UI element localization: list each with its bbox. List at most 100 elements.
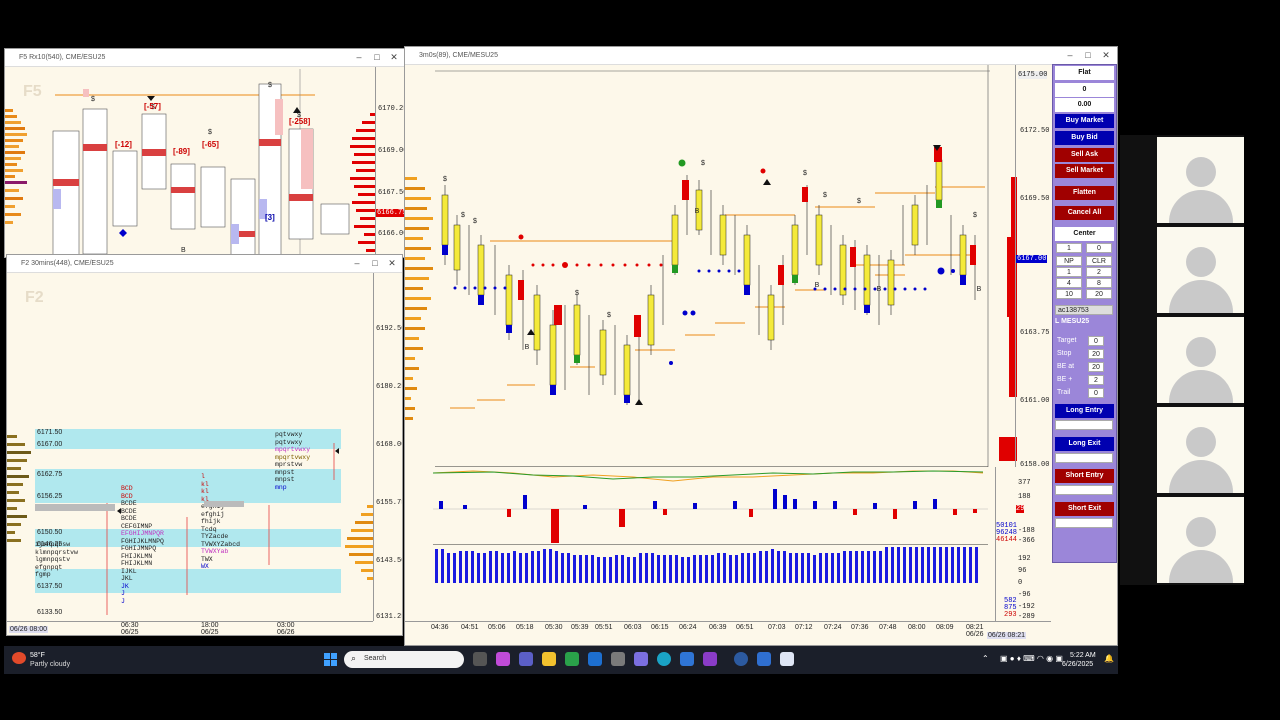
- stop-input[interactable]: 20: [1088, 349, 1104, 359]
- sell-market-button[interactable]: Sell Market: [1055, 164, 1114, 178]
- f2-chart-window[interactable]: F2 30mins(448), CME/ESU25 – □ ✕ F2 6171.…: [6, 254, 403, 636]
- main-time-axis[interactable]: 04:36 04:51 05:06 05:18 05:30 05:39 05:5…: [405, 621, 1051, 639]
- f2-price-6: 6131.25: [376, 613, 403, 621]
- main-price-axis[interactable]: 6175.00 6172.50 6169.50 6167.00 6163.75 …: [1015, 65, 1051, 469]
- copilot-icon[interactable]: [496, 652, 510, 666]
- f5-footprint-chart[interactable]: $$$$$ B B: [45, 69, 375, 258]
- participant-tile[interactable]: [1157, 227, 1244, 313]
- sell-ask-button[interactable]: Sell Ask: [1055, 148, 1114, 162]
- search-box[interactable]: ⌕ Search: [344, 651, 464, 668]
- f2-date-1: 06/25: [121, 629, 139, 636]
- volume-axis[interactable]: 192 96 0 -96 -192 -289 582 875 293: [995, 545, 1051, 621]
- main-titlebar[interactable]: 3m0s(89), CME/MESU25: [405, 47, 1117, 65]
- outlook-icon[interactable]: [588, 652, 602, 666]
- buy-bid-button[interactable]: Buy Bid: [1055, 131, 1114, 145]
- teams-icon[interactable]: [519, 652, 533, 666]
- app-icon[interactable]: [734, 652, 748, 666]
- clock-date[interactable]: 6/26/2025: [1062, 661, 1093, 668]
- qty-preset-8[interactable]: 8: [1086, 278, 1112, 288]
- be-at-label: BE at: [1057, 363, 1075, 370]
- f5-titlebar[interactable]: F5 Rx10(540), CME/ESU25: [5, 49, 404, 67]
- f5-volume-profile-right: [350, 109, 378, 257]
- svg-text:$: $: [701, 160, 705, 167]
- delta-subpanel[interactable]: [433, 467, 988, 545]
- cancel-all-button[interactable]: Cancel All: [1055, 206, 1114, 220]
- clr-button[interactable]: CLR: [1086, 256, 1112, 266]
- target-input[interactable]: 0: [1088, 336, 1104, 346]
- flatten-button[interactable]: Flatten: [1055, 186, 1114, 200]
- maximize-icon[interactable]: □: [370, 52, 384, 62]
- tray-icons[interactable]: ▣ ● ♦ ⌨ ◠ ◉ ▣: [1000, 654, 1063, 663]
- buy-market-button[interactable]: Buy Market: [1055, 114, 1114, 128]
- short-entry-button[interactable]: Short Entry: [1055, 469, 1114, 483]
- f5-price-3: 6167.50: [378, 189, 405, 197]
- qty-preset-20[interactable]: 20: [1086, 289, 1112, 299]
- long-exit-button[interactable]: Long Exit: [1055, 437, 1114, 451]
- long-entry-button[interactable]: Long Entry: [1055, 404, 1114, 418]
- f5-chart-window[interactable]: F5 Rx10(540), CME/ESU25 – □ ✕ F5 $ $ $ $ $ B…: [4, 48, 405, 258]
- svg-text:B: B: [877, 286, 882, 293]
- f5-price-4: 6166.00: [378, 230, 405, 238]
- time-label: 06:51: [736, 624, 754, 631]
- close-icon[interactable]: ✕: [387, 52, 401, 63]
- task-view-icon[interactable]: [473, 652, 487, 666]
- main-candlestick-chart[interactable]: $ $ $ $ $ $ $ $ $ $ B B B B B: [435, 65, 990, 467]
- close-icon[interactable]: ✕: [385, 258, 399, 269]
- qty-input-2[interactable]: 0: [1086, 243, 1112, 253]
- chart-app-icon[interactable]: [757, 652, 771, 666]
- be-at-input[interactable]: 20: [1088, 362, 1104, 372]
- participant-tile[interactable]: [1157, 407, 1244, 493]
- delta-axis[interactable]: 377 188 29 -188 -366 50101 96248 46144: [995, 467, 1051, 545]
- f5-watermark: F5: [23, 83, 42, 100]
- settings-icon[interactable]: [611, 652, 625, 666]
- center-button[interactable]: Center: [1055, 227, 1114, 241]
- weather-icon[interactable]: [12, 652, 26, 664]
- volume-subpanel[interactable]: [433, 547, 988, 617]
- account-select[interactable]: ac138753: [1055, 305, 1113, 315]
- f2-price-axis[interactable]: 6192.50 6180.25 6168.00 6155.75 6143.50 …: [373, 273, 403, 621]
- qty-input[interactable]: 1: [1056, 243, 1082, 253]
- qty-preset-4[interactable]: 4: [1056, 278, 1082, 288]
- visual-studio-icon[interactable]: [703, 652, 717, 666]
- active-app-icon[interactable]: [780, 652, 794, 666]
- close-icon[interactable]: ✕: [1099, 50, 1113, 61]
- remote-desktop-icon[interactable]: [680, 652, 694, 666]
- trail-input[interactable]: 0: [1088, 388, 1104, 398]
- main-chart-window[interactable]: 3m0s(89), CME/MESU25 – □ ✕ $ $ $ $ $ $ $…: [404, 46, 1118, 646]
- long-entry-select[interactable]: [1055, 420, 1113, 430]
- f2-price-4: 6155.75: [376, 499, 403, 507]
- time-label: 08:09: [936, 624, 954, 631]
- participant-tile[interactable]: [1157, 317, 1244, 403]
- teams-chat-icon[interactable]: [634, 652, 648, 666]
- qty-preset-1[interactable]: 1: [1056, 267, 1082, 277]
- be-plus-input[interactable]: 2: [1088, 375, 1104, 385]
- np-button[interactable]: NP: [1056, 256, 1082, 266]
- short-entry-select[interactable]: [1055, 485, 1113, 495]
- participant-tile[interactable]: [1157, 137, 1244, 223]
- participant-tile[interactable]: [1157, 497, 1244, 583]
- minimize-icon[interactable]: –: [1063, 50, 1077, 60]
- main-volume-profile-right: [995, 177, 1017, 462]
- f5-count-tag: [3]: [265, 213, 275, 222]
- symbol-label: L MESU25: [1055, 318, 1090, 325]
- minimize-icon[interactable]: –: [352, 52, 366, 62]
- notification-bell-icon[interactable]: 🔔: [1104, 654, 1114, 663]
- edge-icon[interactable]: [657, 652, 671, 666]
- clock-time[interactable]: 5:22 AM: [1070, 652, 1096, 659]
- f5-delta-3: [-89]: [173, 147, 190, 156]
- f2-time-2: 18:00: [201, 622, 219, 629]
- stop-label: Stop: [1057, 350, 1072, 357]
- short-exit-button[interactable]: Short Exit: [1055, 502, 1114, 516]
- long-exit-select[interactable]: [1055, 453, 1113, 463]
- f2-time-axis[interactable]: 06/26 08:00 06:30 06/25 18:00 06/25 03:0…: [7, 621, 373, 636]
- qty-preset-2[interactable]: 2: [1086, 267, 1112, 277]
- start-icon[interactable]: [324, 653, 337, 666]
- file-explorer-icon[interactable]: [542, 652, 556, 666]
- qty-preset-10[interactable]: 10: [1056, 289, 1082, 299]
- short-exit-select[interactable]: [1055, 518, 1113, 528]
- tray-chevron-icon[interactable]: ⌃: [982, 654, 989, 663]
- maximize-icon[interactable]: □: [1081, 50, 1095, 60]
- store-icon[interactable]: [565, 652, 579, 666]
- f5-current-price: 6166.75: [376, 209, 404, 217]
- f5-price-axis[interactable]: 6170.25 6169.00 6167.50 6166.00 6166.75: [375, 67, 405, 257]
